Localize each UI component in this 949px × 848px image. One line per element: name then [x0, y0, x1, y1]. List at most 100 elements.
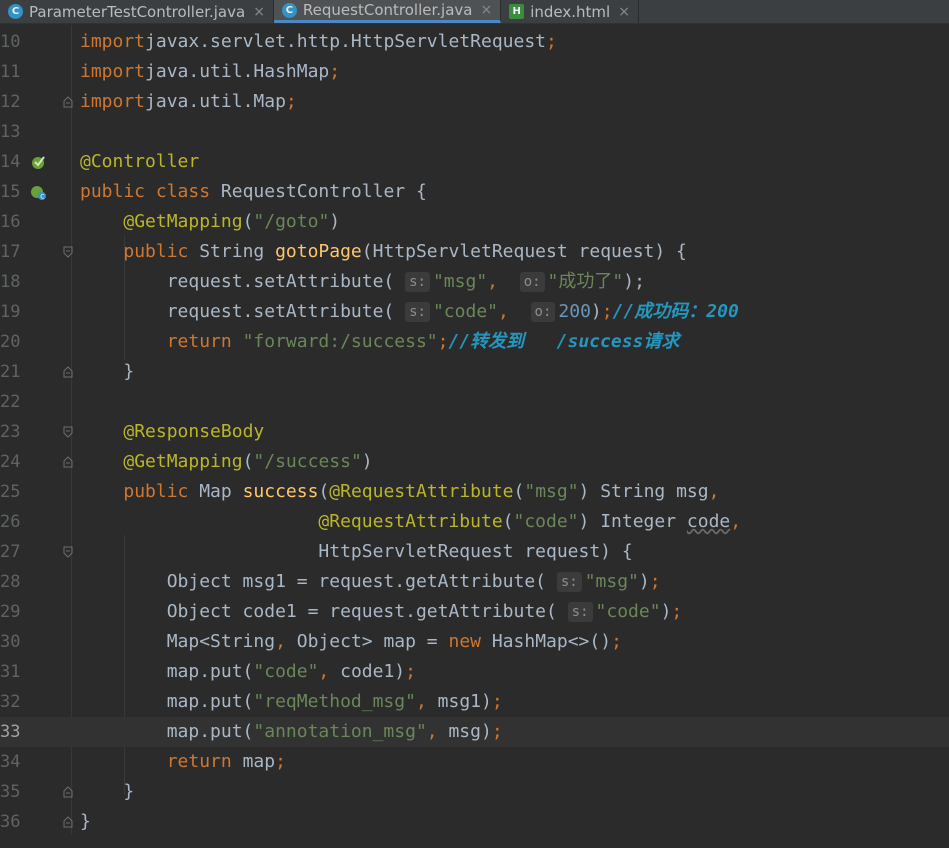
code-token: "/success" — [253, 451, 362, 472]
parameter-hint: s: — [567, 602, 593, 622]
close-icon[interactable]: × — [253, 4, 265, 20]
tab-parametertestcontroller-java[interactable]: C ParameterTestController.java × — [0, 0, 274, 23]
fold-end-icon[interactable] — [63, 786, 73, 798]
code-line[interactable]: 25 public Map success(@RequestAttribute(… — [0, 477, 949, 507]
code-line[interactable]: 13 — [0, 117, 949, 147]
tab-requestcontroller-java[interactable]: C RequestController.java × — [273, 0, 502, 23]
java-class-icon: C — [8, 4, 23, 19]
code-token: @ResponseBody — [123, 421, 265, 442]
fold-end-icon[interactable] — [63, 366, 73, 378]
code-line[interactable]: 12 importjava.util.Map; — [0, 87, 949, 117]
tab-label: index.html — [530, 2, 611, 21]
fold-collapse-icon[interactable] — [63, 546, 73, 558]
code-token: , — [275, 631, 297, 652]
fold-end-icon[interactable] — [63, 96, 73, 108]
code-token: ; — [285, 91, 297, 112]
code-line[interactable]: 33 map.put("annotation_msg", msg); — [0, 717, 949, 747]
code-token: javax.servlet.http.HttpServletRequest — [145, 31, 546, 52]
code-token: @RequestAttribute — [318, 511, 503, 532]
code-line[interactable]: 36} — [0, 807, 949, 837]
code-text: return "forward:/success";//转发到 /success… — [80, 327, 680, 357]
code-token: ( — [242, 451, 254, 472]
code-line[interactable]: 24 @GetMapping("/success") — [0, 447, 949, 477]
code-line[interactable]: 27 HttpServletRequest request) { — [0, 537, 949, 567]
line-number: 26 — [0, 512, 21, 532]
code-line[interactable]: 30 Map<String, Object> map = new HashMap… — [0, 627, 949, 657]
java-class-icon: C — [281, 2, 297, 18]
tab-index-html[interactable]: Hindex.html × — [501, 0, 639, 23]
close-icon[interactable]: × — [480, 2, 492, 18]
code-line[interactable]: 21 } — [0, 357, 949, 387]
code-text: public Map success(@RequestAttribute("ms… — [80, 477, 719, 507]
code-line[interactable]: 11 importjava.util.HashMap; — [0, 57, 949, 87]
code-line[interactable]: 31 map.put("code", code1); — [0, 657, 949, 687]
line-number: 18 — [0, 272, 21, 292]
parameter-hint: s: — [556, 572, 582, 592]
code-line[interactable]: 18 request.setAttribute( s: "msg", o: "成功了… — [0, 267, 949, 297]
code-token: ) Integer — [578, 511, 687, 532]
fold-collapse-icon[interactable] — [63, 426, 73, 438]
code-token: HttpServletRequest request) { — [80, 541, 633, 562]
code-token: request.setAttribute( — [80, 301, 406, 322]
code-token: @RequestAttribute — [329, 481, 514, 502]
code-line[interactable]: 16 @GetMapping("/goto") — [0, 207, 949, 237]
code-line[interactable]: 29 Object code1 = request.getAttribute( … — [0, 597, 949, 627]
code-token: } — [80, 781, 135, 802]
code-token: , — [318, 661, 341, 682]
code-line[interactable]: 35 } — [0, 777, 949, 807]
code-token: import — [80, 91, 146, 112]
code-token: String — [199, 241, 276, 262]
close-icon[interactable]: × — [618, 4, 630, 20]
code-line[interactable]: 22 — [0, 387, 949, 417]
code-token: "成功了" — [547, 271, 624, 292]
code-token: Object> map = — [296, 631, 449, 652]
line-number: 28 — [0, 572, 21, 592]
fold-collapse-icon[interactable] — [63, 246, 73, 258]
line-number: 27 — [0, 542, 21, 562]
code-line[interactable]: 10 importjavax.servlet.http.HttpServletRe… — [0, 27, 949, 57]
code-text: HttpServletRequest request) { — [80, 537, 633, 567]
code-token: "forward:/success" — [242, 331, 438, 352]
line-number: 22 — [0, 392, 21, 412]
parameter-hint: o: — [519, 272, 545, 292]
code-text: request.setAttribute( s: "code", o: 200);/… — [80, 297, 739, 327]
code-line[interactable]: 17 public String gotoPage(HttpServletReq… — [0, 237, 949, 267]
code-line[interactable]: 34 return map; — [0, 747, 949, 777]
line-number: 17 — [0, 242, 21, 262]
code-token: java.util.HashMap — [145, 61, 330, 82]
line-number: 20 — [0, 332, 21, 352]
code-line[interactable]: 14 @Controller — [0, 147, 949, 177]
code-token: ; — [437, 331, 449, 352]
code-editor[interactable]: 10 import javax.servlet.http.HttpServletRe… — [0, 25, 949, 848]
code-token: ; — [405, 661, 416, 682]
code-line[interactable]: 28 Object msg1 = request.getAttribute( s… — [0, 567, 949, 597]
spring-controller-icon[interactable]: C — [30, 184, 46, 200]
code-line[interactable]: 32 map.put("reqMethod_msg", msg1); — [0, 687, 949, 717]
code-line[interactable]: 19 request.setAttribute( s: "code", o: 200… — [0, 297, 949, 327]
code-token: "msg" — [432, 271, 488, 292]
line-number: 16 — [0, 212, 21, 232]
fold-end-icon[interactable] — [63, 456, 73, 468]
code-line[interactable]: 20 return "forward:/success";//转发到 /succ… — [0, 327, 949, 357]
code-token: ; — [546, 31, 557, 52]
line-number: 14 — [0, 152, 21, 172]
code-line[interactable]: 15 Cpublic class RequestController { — [0, 177, 949, 207]
spring-bean-icon[interactable] — [30, 154, 46, 170]
line-number: 10 — [0, 32, 21, 52]
line-number: 34 — [0, 752, 21, 772]
code-token: map.put( — [80, 691, 254, 712]
code-token: public — [123, 241, 200, 262]
code-line[interactable]: 23 @ResponseBody — [0, 417, 949, 447]
line-number: 36 — [0, 812, 21, 832]
code-text: public class RequestController { — [80, 177, 427, 207]
code-token: , — [426, 721, 449, 742]
code-token: new — [448, 631, 492, 652]
fold-end-icon[interactable] — [63, 816, 73, 828]
code-text: @Controller — [80, 147, 199, 177]
code-line[interactable]: 26 @RequestAttribute("code") Integer cod… — [0, 507, 949, 537]
code-token: } — [80, 811, 91, 832]
code-token: (HttpServletRequest request) { — [361, 241, 687, 262]
